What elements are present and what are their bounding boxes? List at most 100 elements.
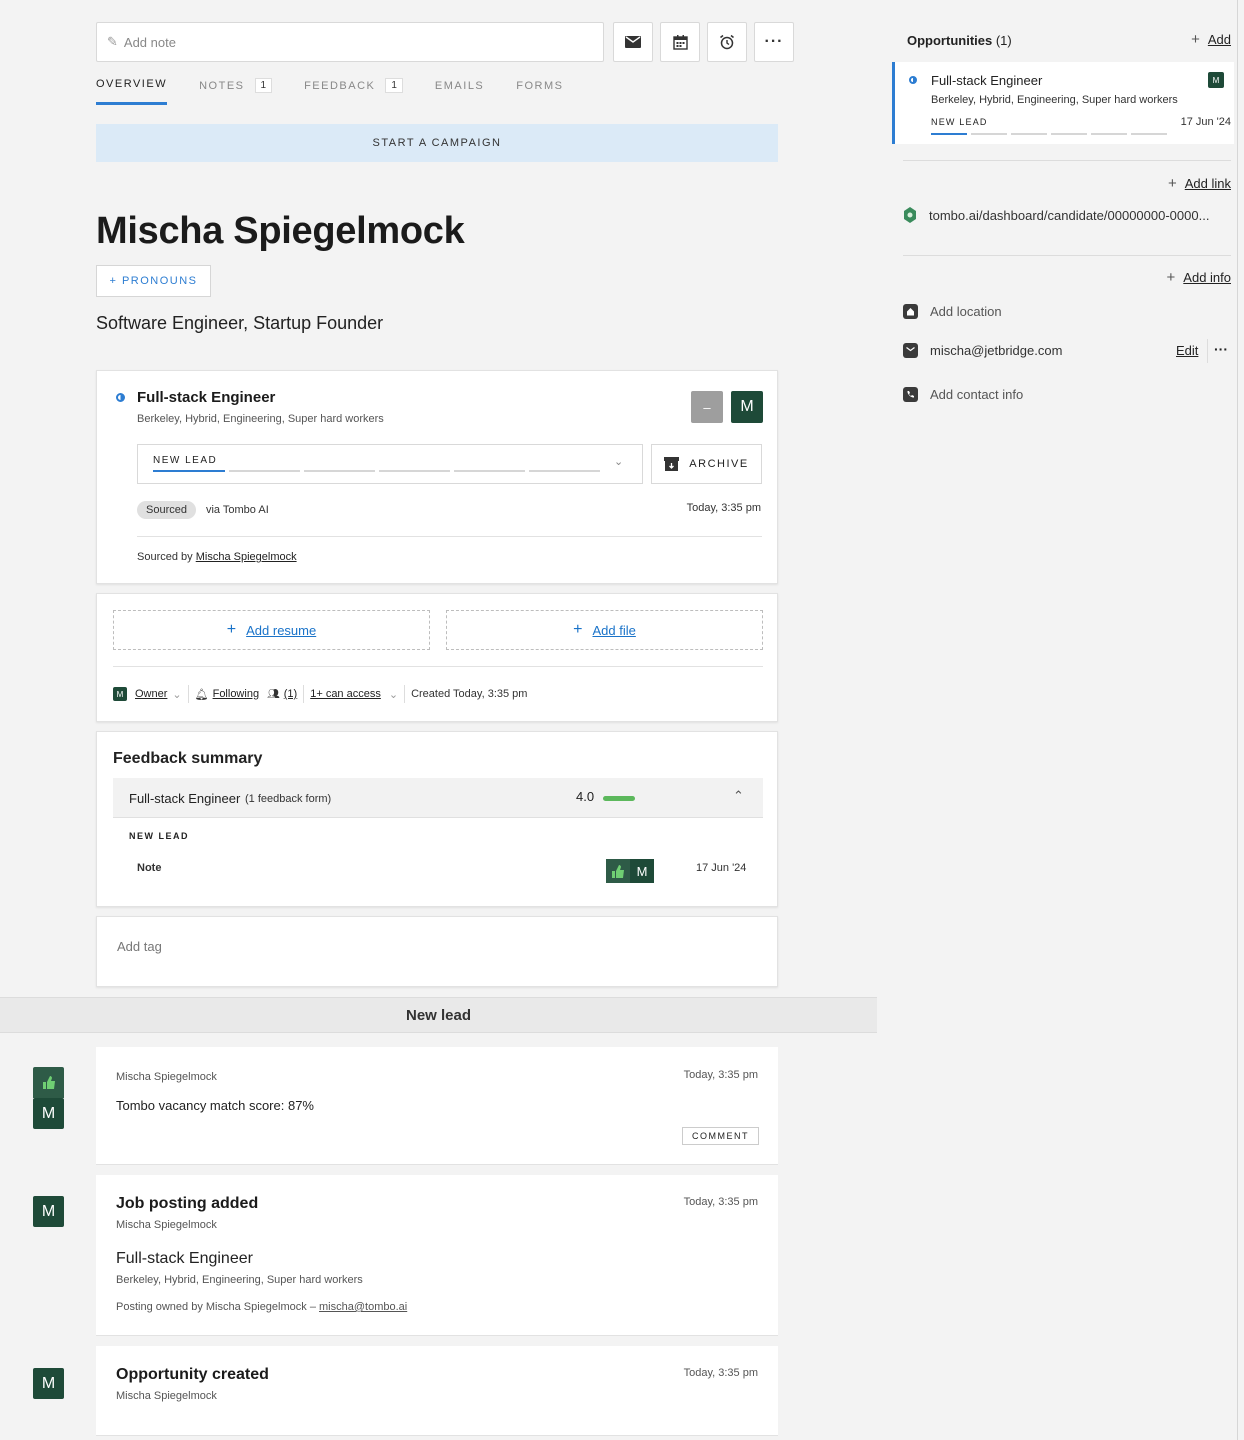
add-location-row[interactable]: Add location <box>903 304 1002 319</box>
unassigned-avatar[interactable]: – <box>691 391 723 423</box>
pencil-icon: ✎ <box>107 34 118 49</box>
notes-count-badge: 1 <box>254 78 273 93</box>
add-file-dropzone[interactable]: + Add file <box>446 610 763 650</box>
stage-segment <box>304 470 375 472</box>
score-bar <box>603 796 635 801</box>
tab-forms[interactable]: FORMS <box>516 78 563 105</box>
posting-owner-email[interactable]: mischa@tombo.ai <box>319 1301 407 1313</box>
tab-emails[interactable]: EMAILS <box>435 78 484 105</box>
separator <box>1207 339 1208 363</box>
chevron-up-icon[interactable]: ⌃ <box>733 788 744 804</box>
feedback-summary-title: Feedback summary <box>113 750 263 767</box>
feedback-job-row[interactable]: Full-stack Engineer (1 feedback form) 4.… <box>113 778 763 818</box>
opportunity-title[interactable]: Full-stack Engineer <box>137 389 275 406</box>
profile-link-url: tombo.ai/dashboard/candidate/00000000-00… <box>929 207 1210 223</box>
add-location-label: Add location <box>930 304 1002 319</box>
stage-segment <box>454 470 525 472</box>
add-opportunity-button[interactable]: + Add <box>1191 31 1231 48</box>
source-via: via Tombo AI <box>205 504 269 516</box>
thumbs-up-icon <box>606 859 630 883</box>
stage-select[interactable]: NEW LEAD ⌄ <box>137 444 643 484</box>
separator <box>303 685 305 703</box>
email-icon <box>625 36 641 48</box>
posting-subtitle: Berkeley, Hybrid, Engineering, Super har… <box>116 1274 363 1286</box>
home-icon <box>903 304 918 319</box>
add-pronouns-button[interactable]: + PRONOUNS <box>96 265 211 297</box>
calendar-button[interactable] <box>660 22 700 62</box>
plus-icon: + <box>1191 31 1200 48</box>
tombo-logo-icon <box>904 207 916 223</box>
feedback-form-count: (1 feedback form) <box>245 793 332 805</box>
calendar-icon <box>672 34 688 50</box>
feedback-date: 17 Jun '24 <box>696 862 747 874</box>
following-toggle[interactable]: Following <box>213 688 259 700</box>
stage-progress-icon <box>909 76 917 84</box>
opp-owner-avatar: M <box>1208 72 1224 88</box>
add-note-input[interactable]: ✎ Add note <box>96 22 604 62</box>
files-card: + Add resume + Add file M Owner ⌄ 🔔︎ Fol… <box>96 593 778 722</box>
add-resume-link[interactable]: Add resume <box>246 623 316 638</box>
start-campaign-button[interactable]: START A CAMPAIGN <box>96 124 778 162</box>
plus-icon: + <box>573 621 583 638</box>
timeline-author: Mischa Spiegelmock <box>116 1071 217 1083</box>
owner-avatar[interactable]: M <box>731 391 763 423</box>
chevron-down-icon: ⌄ <box>388 688 399 701</box>
candidate-headline: Software Engineer, Startup Founder <box>96 313 384 333</box>
scrollbar-track[interactable] <box>1237 0 1238 1440</box>
feedback-summary-card: Feedback summary Full-stack Engineer (1 … <box>96 731 778 907</box>
tab-notes[interactable]: NOTES 1 <box>199 78 273 105</box>
stage-segment <box>153 470 225 472</box>
feedback-rating-avatars: M <box>606 859 654 883</box>
candidate-name: Mischa Spiegelmock <box>96 210 465 252</box>
opportunity-card: Full-stack Engineer Berkeley, Hybrid, En… <box>96 370 778 584</box>
profile-link-row[interactable]: tombo.ai/dashboard/candidate/00000000-00… <box>903 207 1209 223</box>
timeline-avatar-stack: M <box>33 1067 64 1129</box>
divider <box>903 255 1231 256</box>
timeline-entry: Mischa Spiegelmock Today, 3:35 pm Tombo … <box>96 1047 778 1165</box>
add-contact-label: Add contact info <box>930 387 1024 402</box>
email-value[interactable]: mischa@jetbridge.com <box>930 343 1062 358</box>
profile-tabs: OVERVIEW NOTES 1 FEEDBACK 1 EMAILS FORMS <box>96 78 564 105</box>
thumbs-up-icon <box>33 1067 64 1098</box>
more-icon: ··· <box>764 33 784 50</box>
add-info-button[interactable]: + Add info <box>1167 269 1231 286</box>
timeline-entry: Opportunity created Today, 3:35 pm Misch… <box>96 1346 778 1436</box>
more-actions-button[interactable]: ··· <box>754 22 794 62</box>
timeline-time: Today, 3:35 pm <box>683 1367 758 1379</box>
sourced-badge: Sourced <box>137 501 196 519</box>
add-tag-field[interactable]: Add tag <box>96 916 778 987</box>
tab-feedback[interactable]: FEEDBACK 1 <box>304 78 403 105</box>
archive-label: ARCHIVE <box>689 458 749 470</box>
followers-count[interactable]: (1) <box>284 688 297 700</box>
opp-summary-stage: NEW LEAD <box>931 117 988 127</box>
posting-title[interactable]: Full-stack Engineer <box>116 1250 253 1268</box>
owner-dropdown[interactable]: Owner <box>135 688 167 700</box>
ownership-row: M Owner ⌄ 🔔︎ Following 👥︎ (1) 1+ can acc… <box>113 685 527 703</box>
plus-icon: + <box>1167 175 1177 192</box>
archive-button[interactable]: ARCHIVE <box>651 444 762 484</box>
reminder-button[interactable] <box>707 22 747 62</box>
add-contact-row[interactable]: Add contact info <box>903 387 1023 402</box>
feedback-item-name[interactable]: Note <box>137 862 161 874</box>
stage-segment <box>1011 133 1047 135</box>
plus-icon: + <box>1166 269 1176 286</box>
timeline-author: Mischa Spiegelmock <box>116 1219 217 1231</box>
edit-email-link[interactable]: Edit <box>1176 343 1198 358</box>
feedback-job-title: Full-stack Engineer <box>129 791 241 806</box>
opportunity-summary[interactable]: Full-stack Engineer M Berkeley, Hybrid, … <box>892 62 1234 144</box>
divider <box>137 536 762 537</box>
feedback-count-badge: 1 <box>385 78 403 93</box>
email-button[interactable] <box>613 22 653 62</box>
more-icon[interactable]: ··· <box>1214 341 1228 357</box>
comment-button[interactable]: COMMENT <box>682 1127 759 1145</box>
stage-segment <box>1091 133 1127 135</box>
add-resume-dropzone[interactable]: + Add resume <box>113 610 430 650</box>
sourced-by-row: Sourced by Mischa Spiegelmock <box>137 551 297 563</box>
add-file-link[interactable]: Add file <box>592 623 635 638</box>
tab-overview[interactable]: OVERVIEW <box>96 78 168 105</box>
timeline-time: Today, 3:35 pm <box>683 1069 758 1081</box>
add-note-placeholder: Add note <box>123 34 176 50</box>
access-dropdown[interactable]: 1+ can access <box>310 688 381 700</box>
add-link-button[interactable]: + Add link <box>1168 175 1231 192</box>
sourced-by-link[interactable]: Mischa Spiegelmock <box>196 551 297 563</box>
